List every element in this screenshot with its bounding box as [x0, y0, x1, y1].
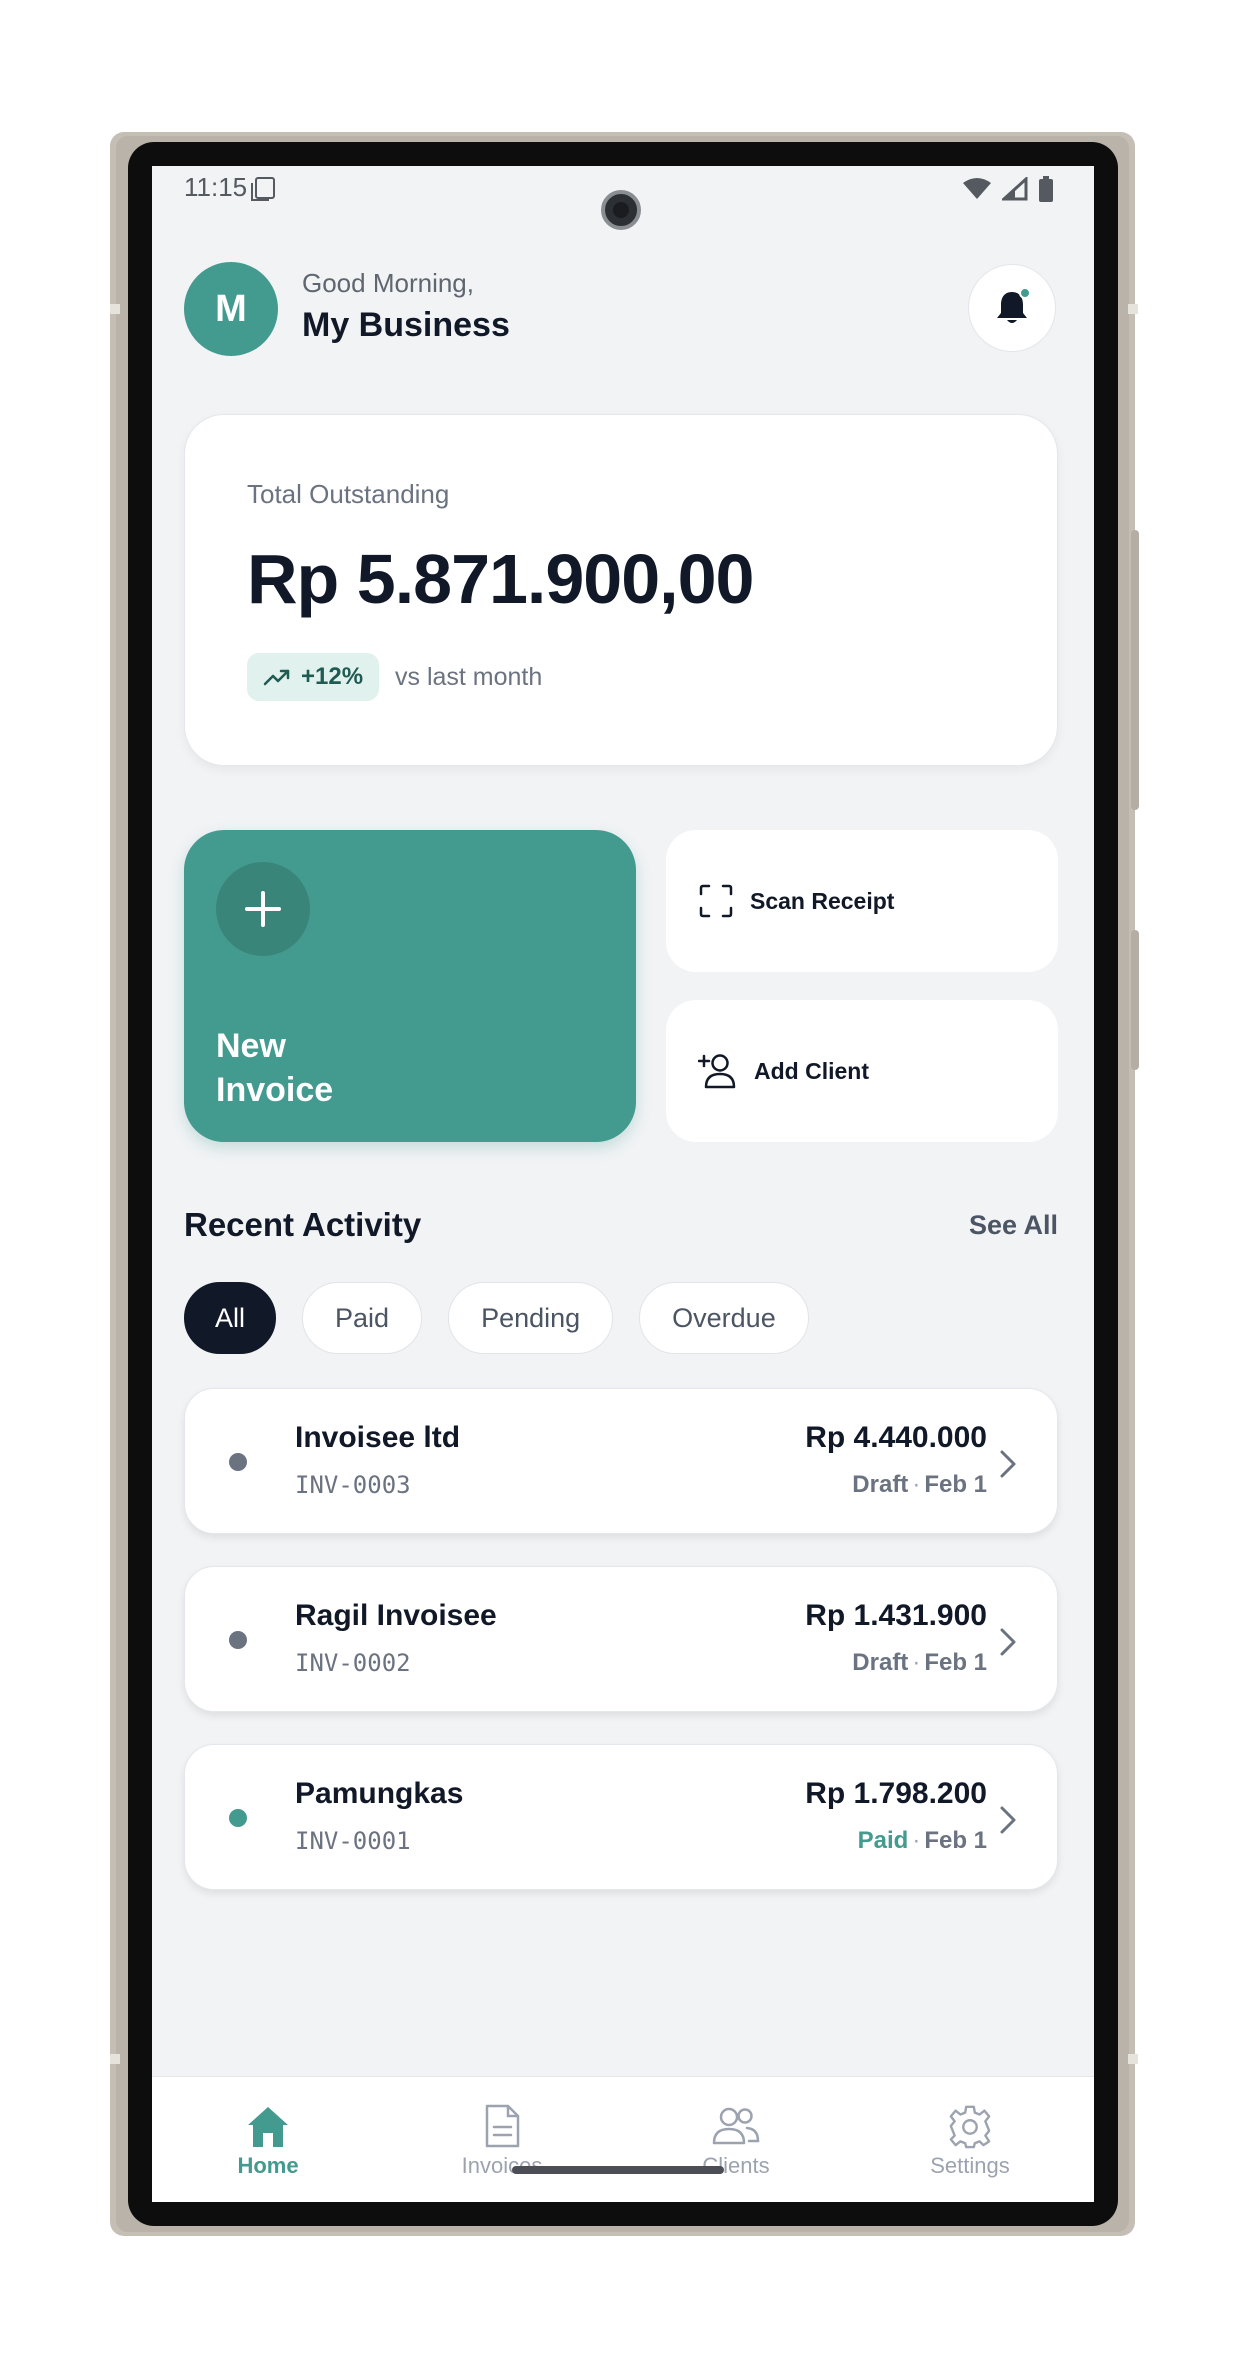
notifications-button[interactable] — [968, 264, 1056, 352]
client-name: Pamungkas — [295, 1777, 464, 1810]
scan-receipt-label: Scan Receipt — [750, 887, 895, 914]
home-icon — [248, 2107, 288, 2147]
add-client-label: Add Client — [754, 1057, 869, 1084]
meta-separator: · — [912, 1471, 921, 1498]
signal-icon — [1002, 177, 1028, 201]
invoice-row[interactable]: Ragil Invoisee INV-0002 Rp 1.431.900 Dra… — [184, 1566, 1058, 1712]
nav-settings-label: Settings — [930, 2153, 1010, 2178]
status-time-text: 11:15 — [184, 172, 248, 202]
front-camera — [601, 190, 641, 230]
screenshot-icon — [251, 176, 276, 201]
filter-chip-paid[interactable]: Paid — [302, 1282, 423, 1354]
invoice-date: Feb 1 — [924, 1649, 987, 1676]
bottom-nav: Home Invoices Clients Settings — [152, 2076, 1094, 2202]
client-name: Invoisee ltd — [295, 1421, 461, 1454]
invoice-id: INV-0003 — [295, 1471, 411, 1499]
new-invoice-button[interactable]: New Invoice — [184, 830, 636, 1142]
notification-dot — [1019, 287, 1031, 299]
nav-settings[interactable]: Settings — [890, 2103, 1050, 2179]
users-icon — [712, 2107, 760, 2145]
volume-button — [1131, 530, 1139, 810]
invoice-status: Draft — [852, 1471, 909, 1498]
outstanding-card: Total Outstanding Rp 5.871.900,00 +12% v… — [184, 414, 1058, 766]
wifi-icon — [963, 178, 991, 199]
total-amount: Rp 5.871.900,00 — [247, 540, 754, 618]
filter-chip-all[interactable]: All — [184, 1282, 277, 1354]
battery-icon — [1039, 176, 1053, 202]
scan-icon — [699, 884, 733, 918]
new-invoice-label-line1: New — [216, 1027, 286, 1065]
invoice-date: Feb 1 — [924, 1827, 987, 1854]
invoice-amount: Rp 1.431.900 — [805, 1599, 987, 1632]
invoice-row[interactable]: Pamungkas INV-0001 Rp 1.798.200 Paid · Feb… — [184, 1744, 1058, 1890]
status-dot — [229, 1809, 247, 1827]
invoice-row[interactable]: Invoisee ltd INV-0003 Rp 4.440.000 Draft… — [184, 1388, 1058, 1534]
invoice-meta: Draft · Feb 1 — [852, 1471, 987, 1499]
trend-badge: +12% — [247, 653, 380, 701]
chevron-right-icon — [1000, 1450, 1016, 1478]
scan-receipt-button[interactable]: Scan Receipt — [666, 830, 1058, 972]
total-label: Total Outstanding — [247, 479, 450, 509]
invoice-amount: Rp 1.798.200 — [805, 1777, 987, 1810]
invoice-amount: Rp 4.440.000 — [805, 1421, 987, 1454]
filter-chips: All Paid Pending Overdue — [184, 1282, 809, 1354]
status-icons — [962, 176, 1054, 202]
meta-separator: · — [912, 1827, 921, 1854]
chevron-right-icon — [1000, 1628, 1016, 1656]
invoice-date: Feb 1 — [924, 1471, 987, 1498]
invoice-status: Draft — [852, 1649, 909, 1676]
power-button — [1131, 930, 1139, 1070]
trending-up-icon — [263, 669, 290, 686]
chevron-right-icon — [1000, 1806, 1016, 1834]
filter-chip-overdue[interactable]: Overdue — [639, 1282, 809, 1354]
status-dot — [229, 1453, 247, 1471]
frame-seam — [110, 304, 120, 314]
business-name: My Business — [302, 306, 510, 344]
greeting-text: Good Morning, — [302, 268, 474, 298]
see-all-link[interactable]: See All — [969, 1210, 1058, 1241]
invoice-id: INV-0002 — [295, 1649, 411, 1677]
avatar[interactable]: M — [184, 262, 278, 356]
frame-seam — [110, 2054, 120, 2064]
new-invoice-label: New Invoice — [216, 1024, 416, 1112]
plus-icon — [216, 862, 310, 956]
new-invoice-label-line2: Invoice — [216, 1071, 334, 1109]
add-client-button[interactable]: Add Client — [666, 1000, 1058, 1142]
home-indicator — [512, 2166, 724, 2174]
meta-separator: · — [912, 1649, 921, 1676]
invoice-status: Paid — [857, 1827, 909, 1854]
invoice-meta: Paid · Feb 1 — [858, 1827, 987, 1855]
gear-icon — [949, 2105, 991, 2149]
nav-home[interactable]: Home — [188, 2103, 348, 2179]
recent-activity-title: Recent Activity — [184, 1206, 422, 1243]
invoice-id: INV-0001 — [295, 1827, 411, 1855]
frame-seam — [1128, 304, 1138, 314]
add-user-icon — [698, 1054, 736, 1089]
filter-chip-pending[interactable]: Pending — [448, 1282, 614, 1354]
trend-value: +12% — [301, 663, 364, 690]
client-name: Ragil Invoisee — [295, 1599, 497, 1632]
invoice-meta: Draft · Feb 1 — [852, 1649, 987, 1677]
status-dot — [229, 1631, 247, 1649]
trend-caption: vs last month — [395, 663, 543, 691]
status-time: 11:15 — [184, 172, 276, 203]
frame-seam — [1128, 2054, 1138, 2064]
document-icon — [485, 2104, 520, 2148]
app-screen: 11:15 M Good Morning, My Business Total … — [152, 166, 1094, 2202]
nav-home-label: Home — [237, 2153, 299, 2178]
